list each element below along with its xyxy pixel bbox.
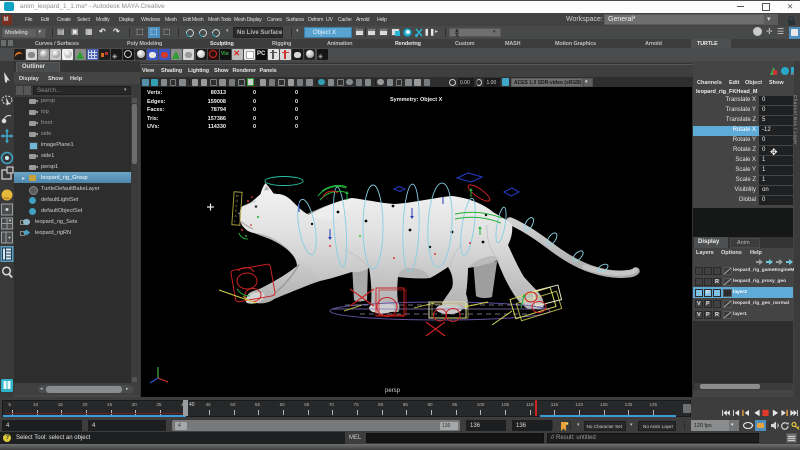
svg-text:E: E	[235, 209, 237, 213]
svg-text:O: O	[235, 199, 238, 203]
svg-text:L: L	[234, 219, 236, 223]
svg-text:A: A	[234, 214, 237, 218]
svg-text:V: V	[235, 204, 238, 208]
svg-text:M: M	[236, 194, 239, 198]
